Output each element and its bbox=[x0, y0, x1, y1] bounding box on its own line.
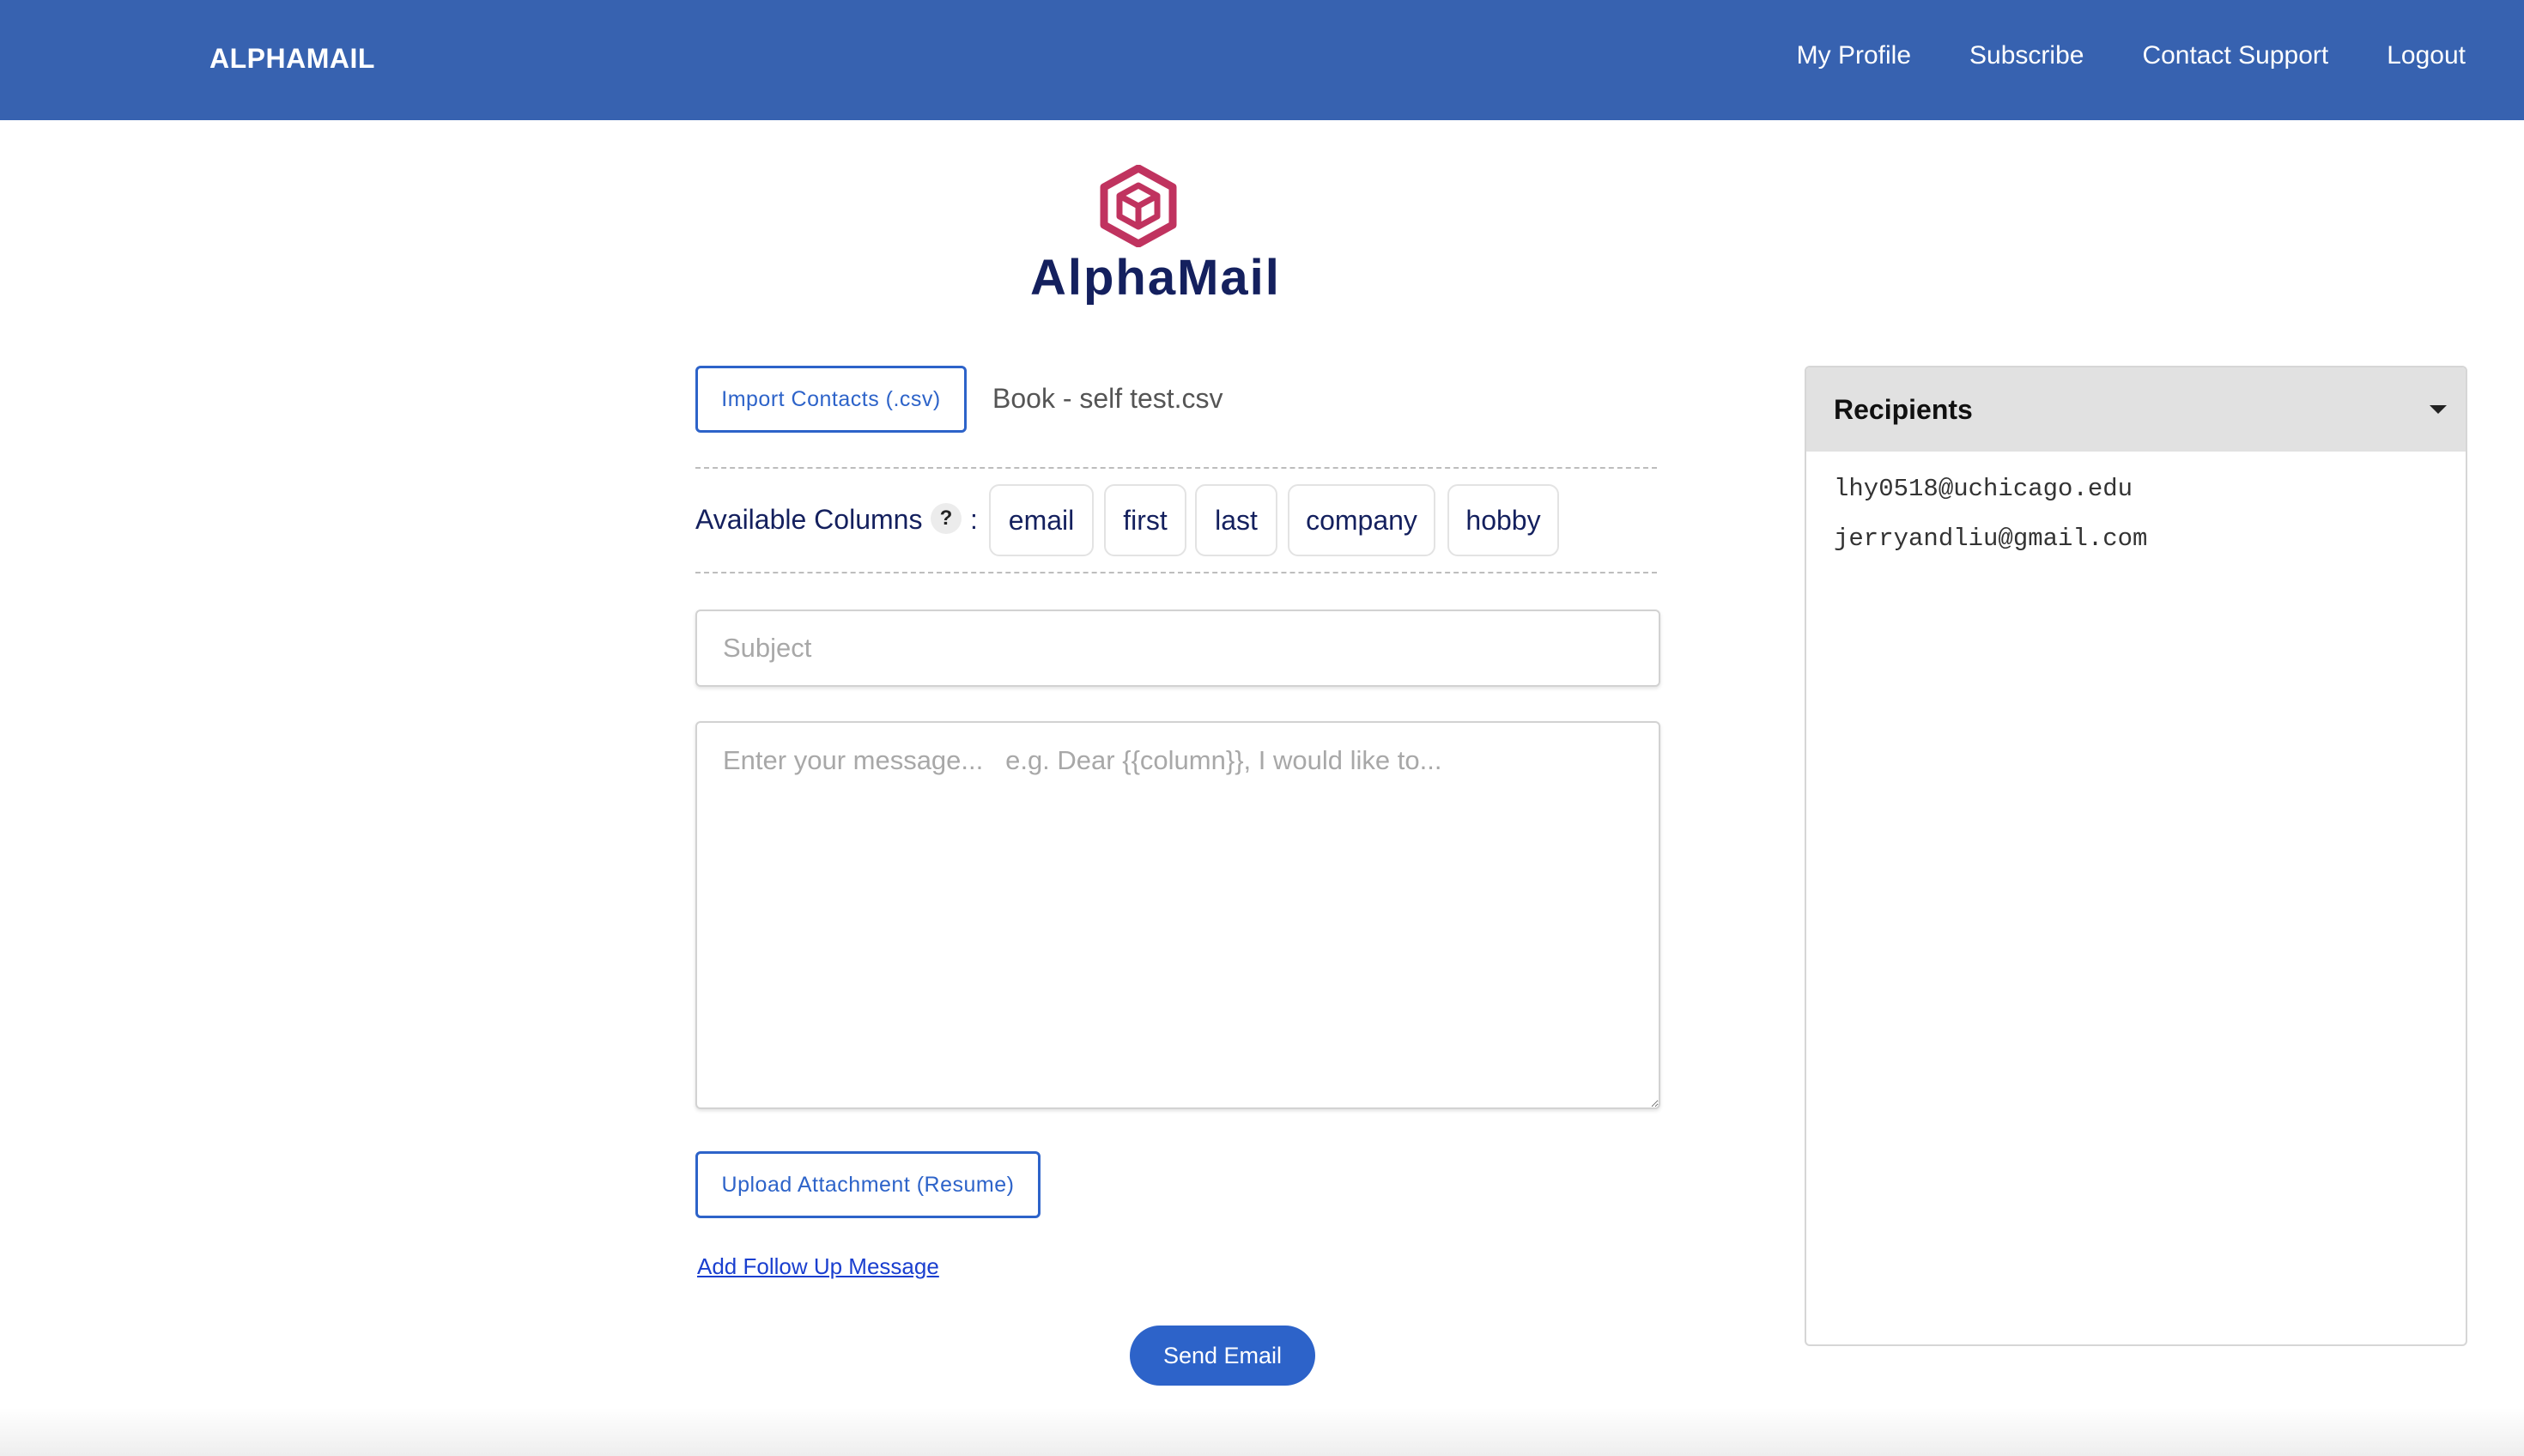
caret-down-icon[interactable] bbox=[2430, 405, 2447, 414]
available-columns-label: Available Columns bbox=[695, 504, 923, 535]
divider-bottom bbox=[695, 572, 1657, 573]
column-chip-last[interactable]: last bbox=[1195, 484, 1277, 556]
add-follow-up-link[interactable]: Add Follow Up Message bbox=[697, 1253, 939, 1280]
hexagon-cube-logo-icon bbox=[1100, 165, 1177, 247]
upload-attachment-button[interactable]: Upload Attachment (Resume) bbox=[695, 1151, 1041, 1218]
nav-my-profile[interactable]: My Profile bbox=[1797, 41, 1911, 70]
column-chip-email[interactable]: email bbox=[989, 484, 1094, 556]
brand-name[interactable]: ALPHAMAIL bbox=[209, 43, 375, 75]
subject-input[interactable] bbox=[695, 610, 1660, 687]
help-icon[interactable]: ? bbox=[931, 503, 962, 534]
message-textarea[interactable] bbox=[695, 721, 1660, 1109]
columns-separator: : bbox=[970, 504, 978, 535]
send-email-button[interactable]: Send Email bbox=[1130, 1326, 1315, 1386]
nav-logout[interactable]: Logout bbox=[2387, 41, 2466, 70]
import-contacts-button[interactable]: Import Contacts (.csv) bbox=[695, 366, 967, 433]
recipient-item: jerryandliu@gmail.com bbox=[1834, 525, 2148, 553]
column-chip-first[interactable]: first bbox=[1104, 484, 1186, 556]
divider-top bbox=[695, 467, 1657, 469]
top-navbar: ALPHAMAIL My Profile Subscribe Contact S… bbox=[0, 0, 2524, 120]
nav-links: My Profile Subscribe Contact Support Log… bbox=[1738, 41, 2466, 70]
recipients-panel: Recipients lhy0518@uchicago.edu jerryand… bbox=[1805, 366, 2467, 1346]
column-chip-hobby[interactable]: hobby bbox=[1447, 484, 1559, 556]
imported-file-name: Book - self test.csv bbox=[992, 383, 1223, 414]
page-bottom-shadow bbox=[0, 1408, 2524, 1456]
column-chip-company[interactable]: company bbox=[1288, 484, 1435, 556]
nav-subscribe[interactable]: Subscribe bbox=[1969, 41, 2084, 70]
logo-wordmark: AlphaMail bbox=[1030, 250, 1281, 306]
recipients-list: lhy0518@uchicago.edu jerryandliu@gmail.c… bbox=[1806, 452, 2466, 596]
recipient-item: lhy0518@uchicago.edu bbox=[1834, 475, 2133, 503]
recipients-title: Recipients bbox=[1834, 393, 1973, 425]
nav-contact-support[interactable]: Contact Support bbox=[2142, 41, 2328, 70]
recipients-header[interactable]: Recipients bbox=[1806, 367, 2466, 452]
